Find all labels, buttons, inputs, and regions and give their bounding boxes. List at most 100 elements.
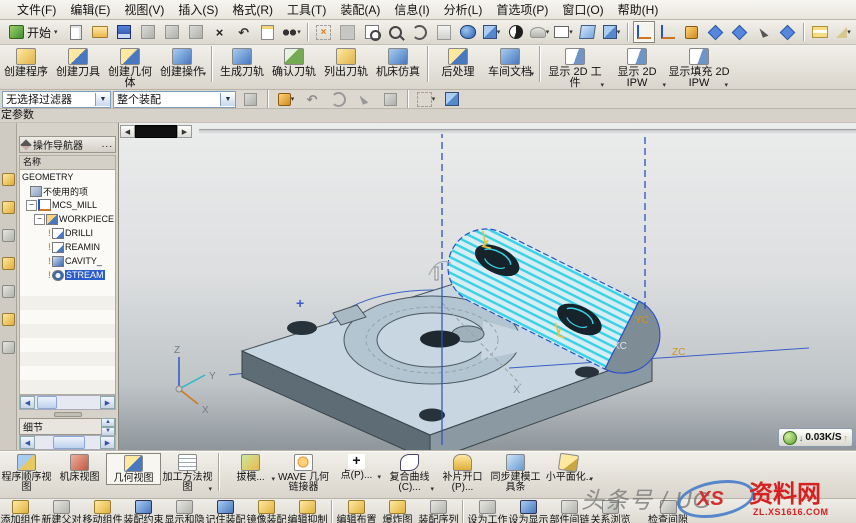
scroll-track[interactable] (35, 396, 100, 409)
fit-view-button[interactable]: × (313, 21, 335, 43)
make-work-part-button[interactable]: 设为工作 (467, 500, 508, 523)
network-speed-badge[interactable]: ↓ 0.03K/S ↑ (778, 428, 853, 447)
navigator-title-bar[interactable]: 操作导航器 ... (19, 136, 116, 153)
scroll-thumb[interactable] (53, 436, 85, 449)
check-clearance-button[interactable]: 检查间隙 (645, 500, 691, 523)
chevron-down-icon[interactable]: ▾ (430, 486, 434, 493)
center-hole[interactable] (420, 331, 460, 348)
rotate-button[interactable] (409, 21, 431, 43)
show-filled-2d-ipw-button[interactable]: 显示填充 2D IPW▾ (668, 46, 730, 89)
scroll-right-icon[interactable]: ▶ (100, 396, 115, 409)
assembly-constraints-button[interactable]: 装配约束 (123, 500, 164, 523)
shaded-button[interactable] (457, 21, 479, 43)
chevron-down-icon[interactable]: ▾ (377, 474, 381, 481)
clip-section-button[interactable]: ▾ (553, 21, 575, 43)
start-menu-button[interactable]: 开始 ▾ (4, 21, 63, 43)
create-operation-button[interactable]: 创建操作▾ (156, 46, 208, 78)
chevron-down-icon[interactable]: ▾ (208, 486, 212, 493)
menu-tools[interactable]: 工具(T) (280, 1, 333, 18)
combo-arrow-icon[interactable]: ▼ (220, 93, 235, 106)
scroll-left-icon[interactable]: ◀ (20, 436, 35, 449)
collapse-icon[interactable]: − (26, 200, 37, 211)
cut-button[interactable] (137, 21, 159, 43)
reuse-library-icon[interactable] (2, 257, 15, 270)
graphics-viewport[interactable]: ◀ ▶ (119, 123, 856, 450)
show-2d-ipw-button[interactable]: 显示 2D IPW▾ (606, 46, 668, 89)
machining-method-view-button[interactable]: 加工方法视图▾ (161, 453, 214, 493)
menu-format[interactable]: 格式(R) (225, 1, 280, 18)
composite-curve-button[interactable]: 复合曲线(C)...▾ (383, 453, 436, 493)
create-geometry-button[interactable]: 创建几何体 (104, 46, 156, 89)
make-displayed-part-button[interactable]: 设为显示 (508, 500, 549, 523)
chevron-down-icon[interactable]: ▾ (724, 82, 728, 89)
move-component-button[interactable]: 移动组件 (82, 500, 123, 523)
add-component-button[interactable]: 添加组件 (0, 500, 41, 523)
selection-filter-combo[interactable]: 无选择过滤器 ▼ (2, 91, 111, 108)
save-button[interactable] (113, 21, 135, 43)
shop-docs-button[interactable]: 车间文档▾ (484, 46, 536, 78)
relations-browser-button[interactable]: 关系浏览 (590, 500, 631, 523)
chevron-down-icon[interactable]: ▾ (202, 71, 206, 78)
plate-hole-2[interactable] (419, 409, 445, 422)
remember-constraints-button[interactable]: 记住装配 (205, 500, 246, 523)
patch-opening-button[interactable]: 补片开口(P)... (436, 453, 489, 493)
tree-row-workpiece[interactable]: − WORKPIECE (20, 212, 115, 226)
open-button[interactable] (89, 21, 111, 43)
machine-tool-view-button[interactable]: 机床视图 (53, 453, 106, 483)
menu-information[interactable]: 信息(I) (387, 1, 436, 18)
scroll-left-icon[interactable]: ◀ (120, 125, 135, 138)
solid-body-filter-button[interactable] (441, 88, 463, 110)
tree-row-stream-selected[interactable]: ! STREAM (20, 268, 115, 282)
scroll-thumb[interactable] (37, 396, 57, 409)
select-up-button[interactable] (353, 88, 375, 110)
wcs-triad[interactable]: Z Y X (174, 345, 216, 416)
create-tool-button[interactable]: 创建刀具 (52, 46, 104, 78)
rectangle-select-button[interactable]: ▾ (415, 88, 437, 110)
point-button[interactable]: +点(P)...▾ (330, 453, 383, 481)
chevron-down-icon[interactable]: ▾ (530, 71, 534, 78)
navigator-column-header[interactable]: 名称 (19, 155, 116, 170)
interpart-link-button[interactable]: 部件间链 (549, 500, 590, 523)
snap-point-button[interactable] (729, 21, 751, 43)
csys-dynamics-button[interactable] (633, 21, 655, 43)
menu-window[interactable]: 窗口(O) (555, 1, 610, 18)
menu-view[interactable]: 视图(V) (117, 1, 171, 18)
part-navigator-icon[interactable] (2, 229, 15, 242)
facet-body-button[interactable]: 小平面化..▾ (542, 453, 595, 483)
chevron-down-icon[interactable]: ▾ (589, 476, 593, 483)
splitter-grip[interactable] (54, 412, 82, 417)
menu-help[interactable]: 帮助(H) (611, 1, 666, 18)
edit-suppression-button[interactable]: 编辑抑制 (287, 500, 328, 523)
generate-toolpath-button[interactable]: 生成刀轨 (216, 46, 268, 78)
undo-button[interactable]: ↶ (233, 21, 255, 43)
delete-button[interactable]: × (209, 21, 231, 43)
snap-point-toggle[interactable]: ▾ (275, 88, 297, 110)
model-canvas[interactable]: X (119, 123, 856, 450)
export-button[interactable] (257, 21, 279, 43)
menu-edit[interactable]: 编辑(E) (63, 1, 117, 18)
tree-row-geometry[interactable]: GEOMETRY (20, 170, 115, 184)
new-parent-button[interactable]: 新建父对 (41, 500, 82, 523)
synchronous-modeling-button[interactable]: 同步建模工具条 (489, 453, 542, 493)
hd3d-tools-icon[interactable] (2, 285, 15, 298)
move-object-button[interactable] (705, 21, 727, 43)
constraint-navigator-icon[interactable] (2, 201, 15, 214)
menu-assemblies[interactable]: 装配(A) (333, 1, 387, 18)
select-prev-button[interactable]: ↶ (301, 88, 323, 110)
tree-horizontal-scrollbar[interactable]: ◀ ▶ (19, 395, 116, 410)
paste-button[interactable] (185, 21, 207, 43)
scroll-thumb[interactable] (135, 125, 177, 138)
exploded-view-button[interactable]: 爆炸图 (377, 500, 418, 523)
new-part-button[interactable] (65, 21, 87, 43)
view-cube-button[interactable]: ▾ (601, 21, 623, 43)
plate-hole-1[interactable] (287, 321, 317, 335)
tree-row-reaming[interactable]: ! REAMIN (20, 240, 115, 254)
wcs-origin-ball[interactable] (176, 386, 182, 392)
shaded-edges-button[interactable]: ▾ (481, 21, 503, 43)
measure-button[interactable]: ▾ (833, 21, 855, 43)
select-cursor-button[interactable] (753, 21, 775, 43)
scroll-track[interactable] (35, 436, 100, 449)
collapse-icon[interactable]: − (34, 214, 45, 225)
select-flow-button[interactable] (379, 88, 401, 110)
plate-hole-3[interactable] (575, 367, 599, 378)
